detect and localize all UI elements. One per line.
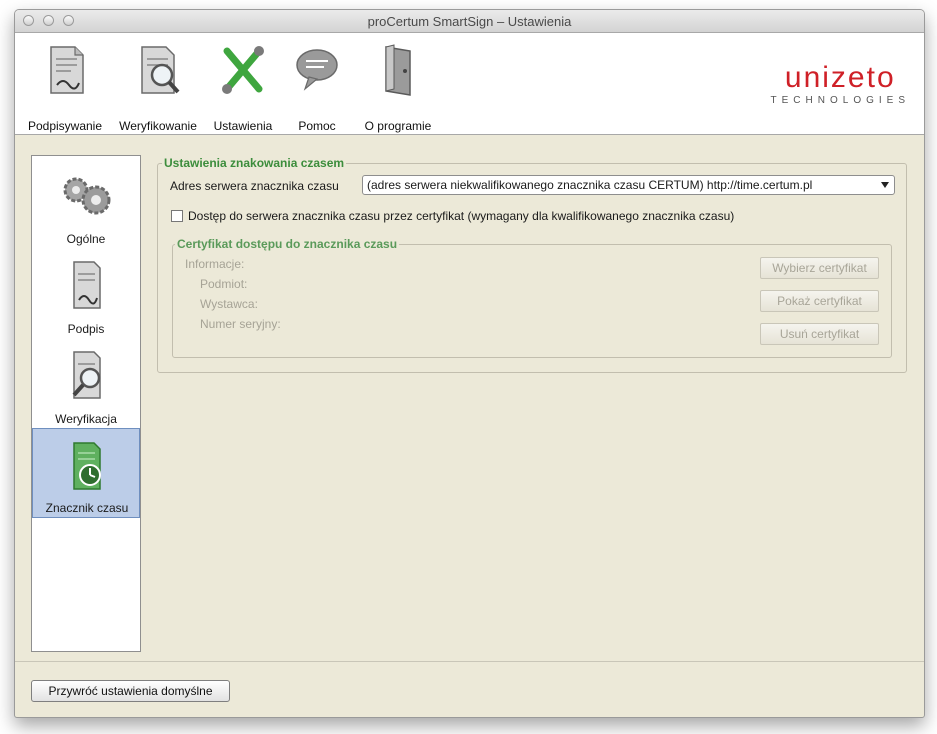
footer-divider: [15, 661, 924, 662]
logo-wordmark: unizeto: [784, 61, 896, 94]
sidebar-item-verification[interactable]: Weryfikacja: [32, 338, 140, 428]
window-title: proCertum SmartSign – Ustawienia: [367, 14, 572, 29]
choose-certificate-button[interactable]: Wybierz certyfikat: [760, 257, 879, 279]
toolbar-item-about[interactable]: O programie: [358, 41, 438, 133]
sidebar-item-label: Weryfikacja: [55, 412, 117, 426]
title-bar: proCertum SmartSign – Ustawienia: [15, 10, 924, 33]
main-toolbar: Podpisywanie Weryfikowanie Ustawienia Po…: [15, 33, 924, 135]
toolbar-item-help[interactable]: Pomoc: [289, 41, 345, 133]
sidebar-item-label: Ogólne: [66, 232, 106, 246]
toolbar-label: O programie: [364, 119, 432, 133]
certificate-legend: Certyfikat dostępu do znacznika czasu: [175, 237, 400, 251]
toolbar-item-signing[interactable]: Podpisywanie: [25, 41, 105, 133]
sidebar-item-general[interactable]: Ogólne: [32, 158, 140, 248]
toolbar-label: Podpisywanie: [27, 119, 103, 133]
settings-sidebar: Ogólne Podpis Weryfikacja Znacznik czasu: [31, 155, 141, 652]
timestamp-clock-icon: [73, 442, 101, 490]
verification-magnifier-icon: [72, 351, 101, 399]
server-address-label: Adres serwera znacznika czasu: [170, 179, 339, 193]
show-certificate-button[interactable]: Pokaż certyfikat: [760, 290, 879, 312]
unizeto-logo: unizeto TECHNOLOGIES: [770, 61, 910, 107]
logo-subtitle: TECHNOLOGIES: [770, 95, 910, 106]
sidebar-item-timestamp[interactable]: Znacznik czasu: [32, 428, 140, 518]
timestamp-settings-group: Ustawienia znakowania czasem Adres serwe…: [157, 156, 907, 373]
remove-certificate-button[interactable]: Usuń certyfikat: [760, 323, 879, 345]
cert-access-checkbox[interactable]: [171, 210, 183, 222]
certificate-group: Certyfikat dostępu do znacznika czasu In…: [172, 237, 892, 358]
help-bubble-icon: [296, 49, 338, 91]
toolbar-label: Ustawienia: [213, 119, 273, 133]
serial-number-label: Numer seryjny:: [200, 317, 281, 331]
toolbar-item-verification[interactable]: Weryfikowanie: [116, 41, 200, 133]
verify-document-icon: [141, 46, 180, 94]
chevron-down-icon: [881, 182, 889, 188]
signature-document-icon: [73, 261, 101, 309]
sign-document-icon: [50, 46, 84, 94]
cert-access-checkbox-label[interactable]: Dostęp do serwera znacznika czasu przez …: [188, 209, 734, 223]
toolbar-item-settings[interactable]: Ustawienia: [210, 41, 276, 133]
server-address-value: (adres serwera niekwalifikowanego znaczn…: [367, 178, 813, 192]
sidebar-item-label: Podpis: [67, 322, 105, 336]
issuer-label: Wystawca:: [200, 297, 258, 311]
sidebar-item-label: Znacznik czasu: [45, 501, 129, 515]
restore-defaults-button[interactable]: Przywróć ustawienia domyślne: [31, 680, 230, 702]
info-label: Informacje:: [185, 257, 245, 271]
subject-label: Podmiot:: [200, 277, 248, 291]
toolbar-label: Weryfikowanie: [119, 119, 197, 133]
settings-tools-icon: [222, 46, 264, 94]
settings-window: proCertum SmartSign – Ustawienia Podpisy…: [14, 9, 925, 718]
toolbar-label: Pomoc: [298, 119, 336, 133]
gears-icon: [63, 177, 111, 215]
server-address-select[interactable]: (adres serwera niekwalifikowanego znaczn…: [362, 175, 895, 195]
timestamp-settings-legend: Ustawienia znakowania czasem: [162, 156, 347, 170]
sidebar-item-signature[interactable]: Podpis: [32, 248, 140, 338]
about-door-icon: [385, 44, 411, 96]
